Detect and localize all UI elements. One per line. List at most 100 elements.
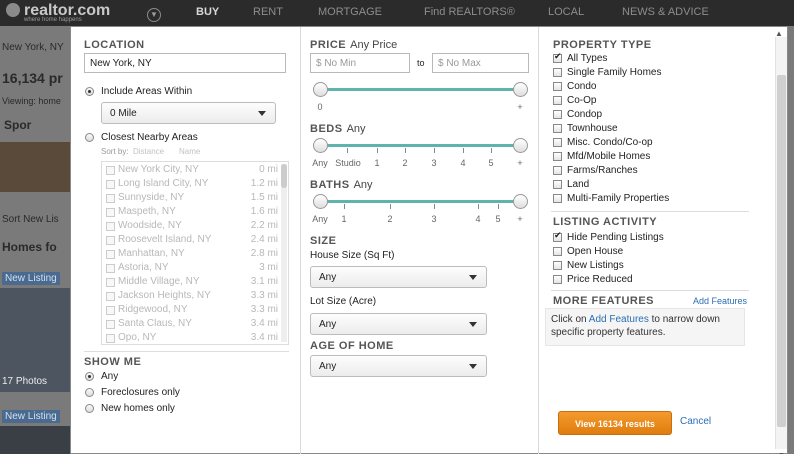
price-min-input[interactable] (310, 53, 410, 73)
property-type-label: Single Family Homes (567, 67, 662, 78)
beds-tick-label: 4 (460, 158, 466, 168)
checkbox[interactable] (106, 194, 115, 203)
divider (551, 290, 749, 291)
property-type-label: Mfd/Mobile Homes (567, 151, 651, 162)
property-type-checkbox[interactable] (553, 152, 562, 161)
nav-find-realtors[interactable]: Find REALTORS® (424, 6, 515, 18)
list-item[interactable]: New York City, NY 0 mi (102, 164, 282, 178)
age-of-home-heading: AGE OF HOME (310, 340, 394, 352)
nav-rent[interactable]: RENT (253, 6, 283, 18)
include-areas-label: Include Areas Within (101, 86, 193, 97)
checkbox[interactable] (106, 264, 115, 273)
include-areas-radio[interactable] (85, 87, 94, 96)
show-foreclosures-radio[interactable] (85, 388, 94, 397)
list-item[interactable]: Manhattan, NY 2.8 mi (102, 248, 282, 262)
list-item[interactable]: Sunnyside, NY 1.5 mi (102, 192, 282, 206)
price-to-label: to (417, 58, 425, 68)
price-slider-track[interactable] (319, 88, 519, 91)
list-item[interactable]: Opo, NY 3.4 mi (102, 332, 282, 344)
nav-news-advice[interactable]: NEWS & ADVICE (622, 6, 709, 18)
price-slider-min-handle[interactable] (313, 82, 328, 97)
lot-size-select[interactable]: Any (310, 313, 487, 335)
checkbox[interactable] (106, 222, 115, 231)
tick-mark (347, 148, 348, 153)
baths-slider-max-handle[interactable] (513, 194, 528, 209)
sort-name-link[interactable]: Name (179, 147, 200, 156)
beds-heading: BEDS Any (310, 123, 366, 135)
checkbox[interactable] (106, 292, 115, 301)
criteria-column: PRICEAny Price to 0 + BEDSAny Any Studio… (301, 27, 539, 454)
checkbox[interactable] (106, 306, 115, 315)
show-new-homes-radio[interactable] (85, 404, 94, 413)
modal-scrollbar[interactable]: ▼ (775, 37, 787, 454)
listing-activity-checkbox[interactable] (553, 231, 562, 242)
listing-activity-checkbox[interactable] (553, 261, 562, 270)
checkbox[interactable] (106, 208, 115, 217)
show-any-radio[interactable] (85, 372, 94, 381)
site-logo[interactable]: realtor.com where home happens (6, 2, 110, 23)
checkbox[interactable] (106, 250, 115, 259)
list-item[interactable]: Woodside, NY 2.2 mi (102, 220, 282, 234)
beds-slider-max-handle[interactable] (513, 138, 528, 153)
checkbox[interactable] (106, 236, 115, 245)
baths-slider-track[interactable] (319, 200, 519, 203)
nav-mortgage[interactable]: MORTGAGE (318, 6, 382, 18)
property-type-label: Condo (567, 81, 597, 92)
list-item[interactable]: Roosevelt Island, NY 2.4 mi (102, 234, 282, 248)
nearby-list-scrollbar[interactable] (281, 164, 287, 342)
list-item[interactable]: Maspeth, NY 1.6 mi (102, 206, 282, 220)
beds-tick-label: 3 (431, 158, 437, 168)
property-type-checkbox[interactable] (553, 124, 562, 133)
list-item[interactable]: Ridgewood, NY 3.3 mi (102, 304, 282, 318)
list-item[interactable]: Santa Claus, NY 3.4 mi (102, 318, 282, 332)
property-type-label: Land (567, 179, 590, 190)
property-type-checkbox[interactable] (553, 68, 562, 77)
list-item[interactable]: Astoria, NY 3 mi (102, 262, 282, 276)
tick-mark (344, 204, 345, 209)
listing-activity-checkbox[interactable] (553, 275, 562, 284)
nav-local[interactable]: LOCAL (548, 6, 584, 18)
view-results-button[interactable]: View 16134 results (558, 411, 672, 435)
property-type-checkbox[interactable] (553, 194, 562, 203)
list-item[interactable]: Long Island City, NY 1.2 mi (102, 178, 282, 192)
list-item[interactable]: Middle Village, NY 3.1 mi (102, 276, 282, 290)
property-type-checkbox[interactable] (553, 166, 562, 175)
property-type-checkbox[interactable] (553, 82, 562, 91)
chevron-down-icon[interactable]: ▼ (147, 8, 161, 22)
property-type-checkbox[interactable] (553, 96, 562, 105)
house-size-select[interactable]: Any (310, 266, 487, 288)
age-of-home-select[interactable]: Any (310, 355, 487, 377)
price-slider-max-handle[interactable] (513, 82, 528, 97)
list-item[interactable]: Jackson Heights, NY 3.3 mi (102, 290, 282, 304)
baths-slider-min-handle[interactable] (313, 194, 328, 209)
listing-activity-label: Price Reduced (567, 274, 633, 285)
cancel-button[interactable]: Cancel (680, 416, 711, 427)
checkbox[interactable] (106, 180, 115, 189)
baths-tick-label: 1 (341, 214, 347, 224)
property-type-checkbox[interactable] (553, 180, 562, 189)
beds-tick-label: Any (312, 158, 328, 168)
beds-slider-min-handle[interactable] (313, 138, 328, 153)
closest-nearby-radio[interactable] (85, 133, 94, 142)
listing-activity-checkbox[interactable] (553, 247, 562, 256)
property-type-checkbox[interactable] (553, 52, 562, 63)
checkbox[interactable] (106, 334, 115, 343)
scrollbar-thumb[interactable] (777, 75, 786, 427)
add-features-link[interactable]: Add Features (693, 296, 747, 306)
price-min-label: 0 (317, 102, 323, 112)
checkbox[interactable] (106, 166, 115, 175)
divider (551, 211, 749, 212)
checkbox[interactable] (106, 320, 115, 329)
price-max-input[interactable] (432, 53, 529, 73)
property-type-checkbox[interactable] (553, 110, 562, 119)
nearby-areas-list[interactable]: New York City, NY 0 mi Long Island City, … (101, 161, 289, 345)
checkbox[interactable] (106, 278, 115, 287)
location-input[interactable] (84, 53, 286, 73)
property-type-checkbox[interactable] (553, 138, 562, 147)
beds-slider-track[interactable] (319, 144, 519, 147)
nav-buy[interactable]: BUY (196, 6, 219, 18)
more-features-heading: MORE FEATURES (553, 295, 655, 307)
within-distance-select[interactable]: 0 Mile (101, 102, 276, 124)
sort-distance-link[interactable]: Distance (133, 147, 164, 156)
add-features-inline-link[interactable]: Add Features (589, 314, 649, 325)
